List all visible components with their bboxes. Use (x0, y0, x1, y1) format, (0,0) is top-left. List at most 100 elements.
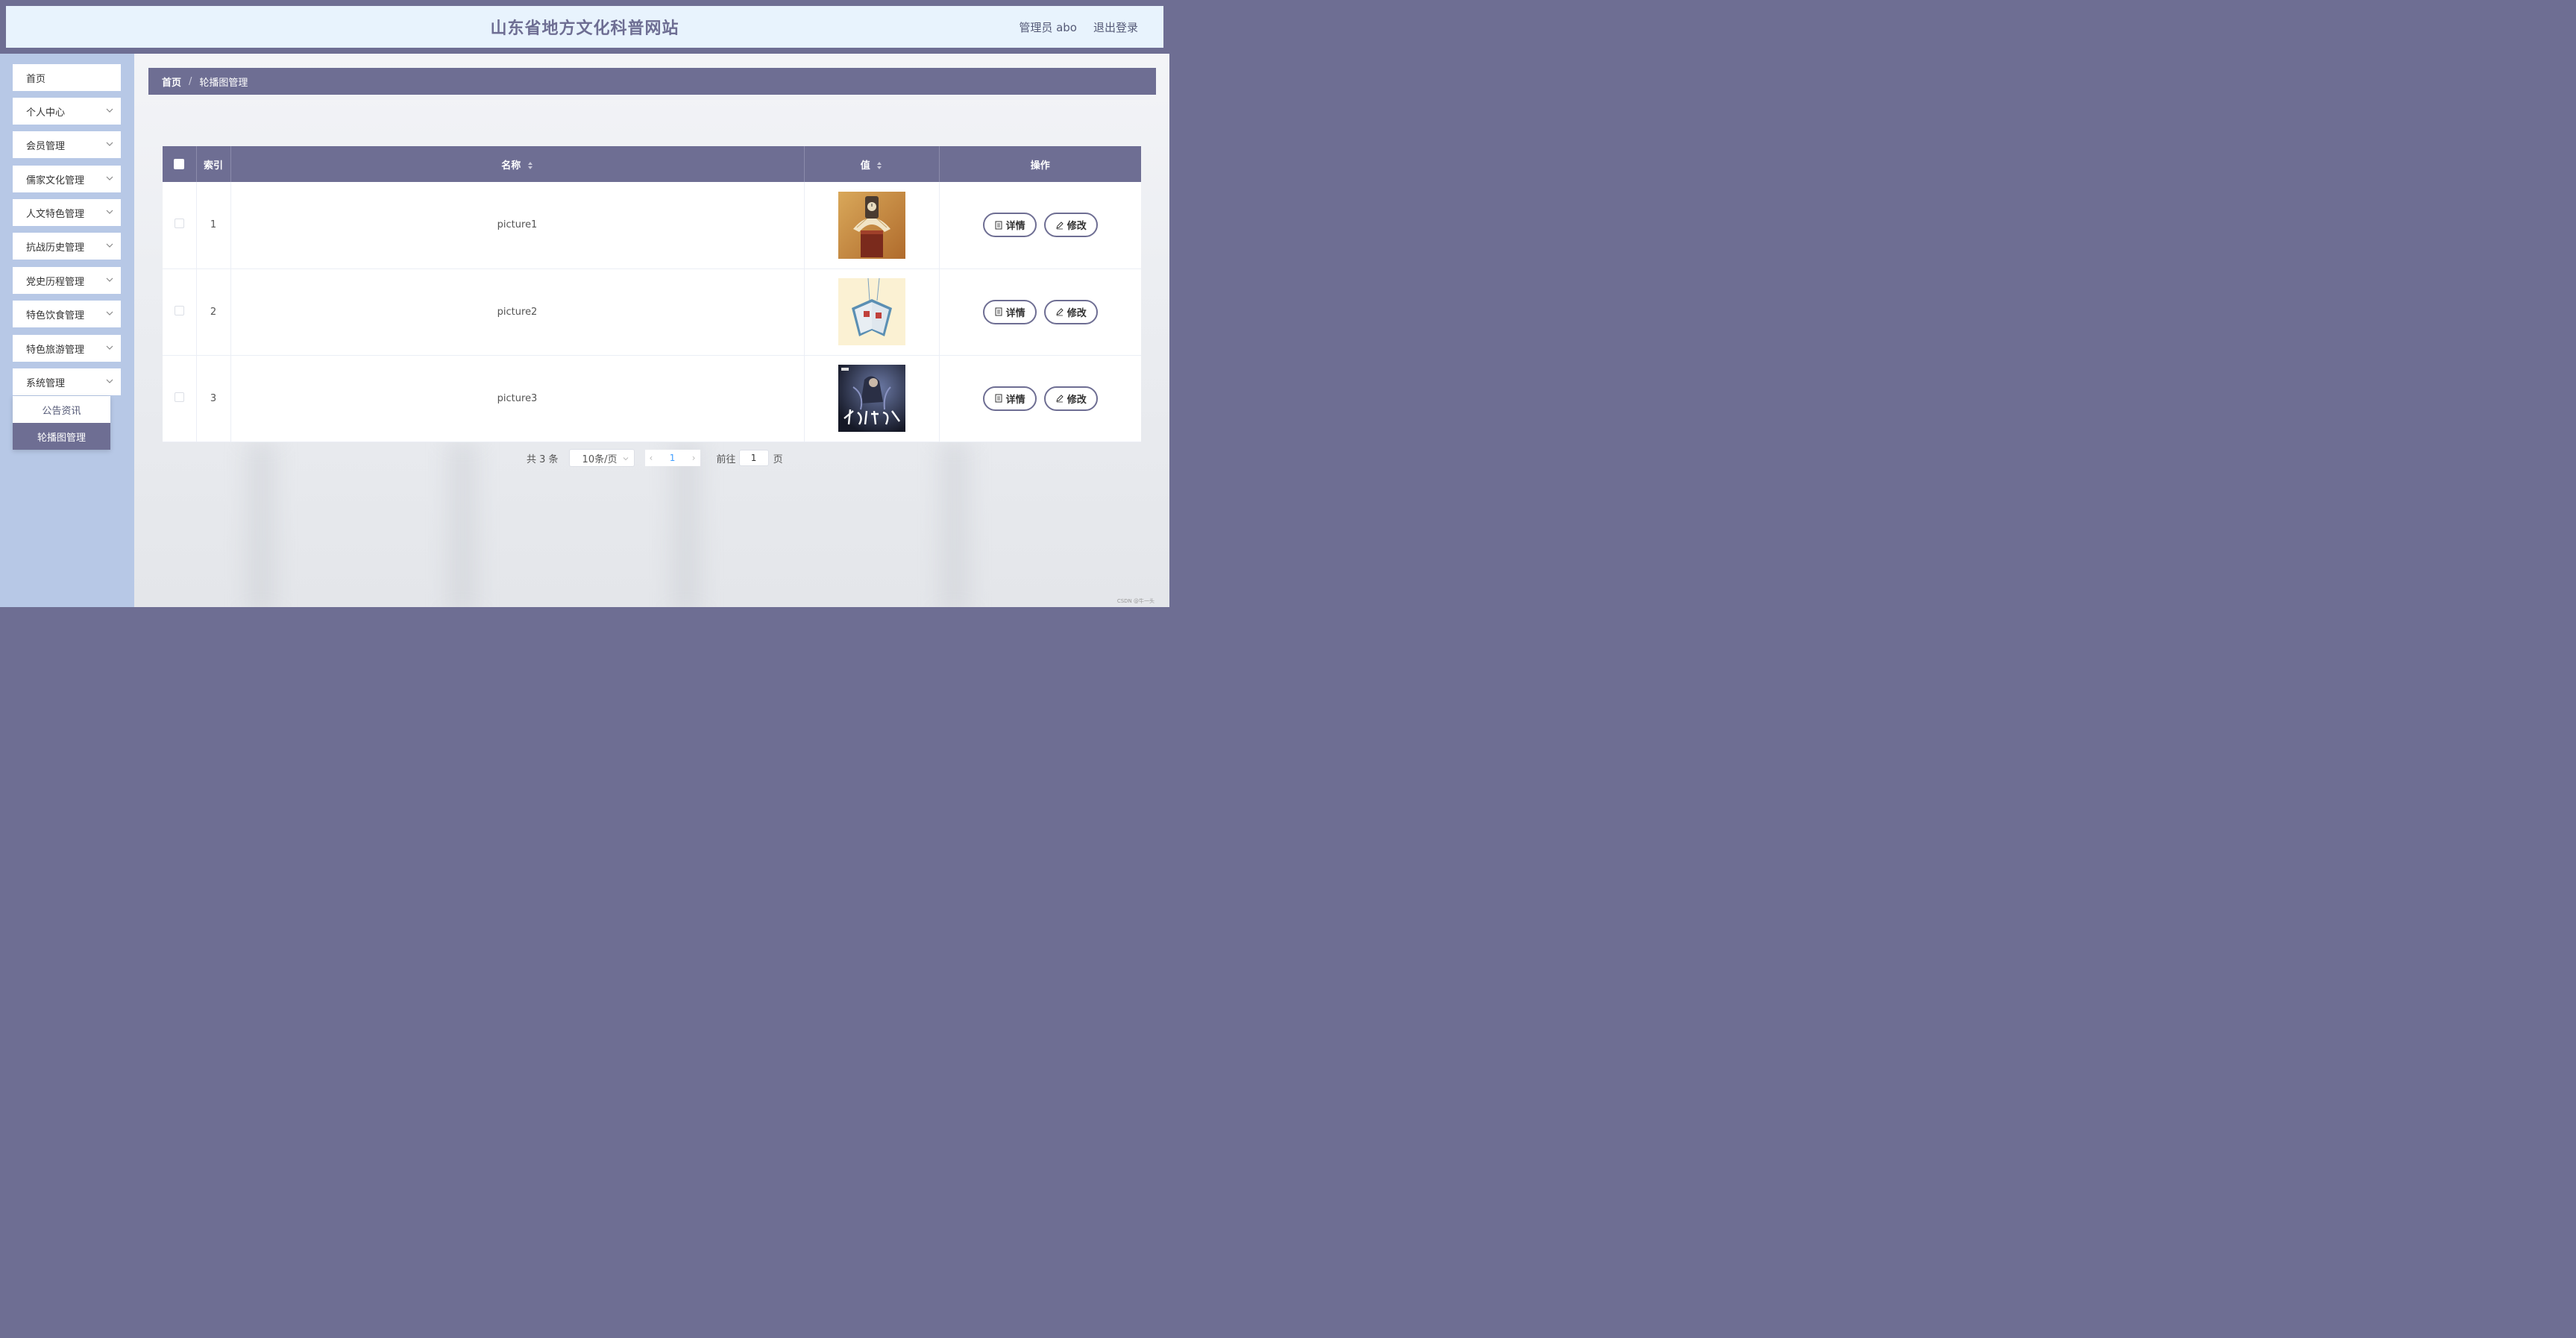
sidebar-item-system[interactable]: 系统管理 (13, 368, 121, 395)
background-blur (940, 442, 970, 607)
chevron-down-icon (106, 108, 113, 113)
site-title: 山东省地方文化科普网站 (490, 19, 679, 38)
sidebar-item-label: 特色旅游管理 (26, 344, 85, 356)
user-label: 管理员 abo (1019, 20, 1077, 34)
row-select-cell (163, 182, 197, 269)
edit-button-label: 修改 (1066, 394, 1087, 406)
background-blur (447, 442, 477, 607)
chevron-down-icon (106, 345, 113, 350)
edit-icon (1056, 222, 1064, 230)
sidebar-item-label: 会员管理 (26, 140, 66, 152)
goto-suffix: 页 (773, 453, 783, 465)
edit-button[interactable]: 修改 (1043, 299, 1098, 324)
breadcrumb-home[interactable]: 首页 (162, 75, 181, 89)
table-row: 3 picture3 详情 修改 (163, 355, 1141, 442)
sidebar-item-label: 系统管理 (26, 377, 66, 389)
row-checkbox[interactable] (174, 305, 184, 315)
pagination: 共 3 条 10条/页 ‹ 1 › 前往 1 页 (527, 449, 783, 467)
xianxia-cover-image[interactable] (838, 365, 905, 432)
sidebar-item-war-history[interactable]: 抗战历史管理 (13, 233, 121, 260)
top-header: 山东省地方文化科普网站 管理员 abo 退出登录 (6, 6, 1163, 48)
edit-icon (1056, 395, 1064, 403)
sidebar-item-label: 党史历程管理 (26, 276, 85, 288)
row-actions: 详情 修改 (939, 268, 1141, 356)
select-all-checkbox[interactable] (174, 159, 185, 169)
sidebar-item-personal-center[interactable]: 个人中心 (13, 98, 121, 125)
sidebar-item-label: 特色饮食管理 (26, 310, 85, 321)
submenu-item-carousel[interactable]: 轮播图管理 (13, 423, 110, 450)
detail-button[interactable]: 详情 (982, 299, 1037, 324)
detail-button[interactable]: 详情 (982, 213, 1037, 238)
sidebar-item-food[interactable]: 特色饮食管理 (13, 301, 121, 327)
row-index: 1 (196, 182, 231, 269)
submenu-item-announcements[interactable]: 公告资讯 (13, 396, 110, 423)
row-index: 3 (196, 355, 231, 442)
sidebar: 首页 个人中心 会员管理 儒家文化管理 人文特色管理 抗战历史管理 党史历程管理… (0, 54, 134, 607)
sidebar-item-label: 个人中心 (26, 107, 66, 119)
edit-icon (1056, 308, 1064, 316)
detail-button-label: 详情 (1005, 307, 1025, 319)
pagination-total: 共 3 条 (527, 453, 559, 465)
row-value-cell (804, 268, 940, 356)
logout-button[interactable]: 退出登录 (1093, 19, 1138, 35)
document-icon (995, 394, 1002, 403)
row-name: picture2 (230, 268, 805, 356)
book-clock-image[interactable] (838, 191, 905, 259)
carousel-table: 索引 名称 值 操作 1 picture1 详情 修改 2 picture2 详… (163, 146, 1141, 442)
sidebar-item-label: 儒家文化管理 (26, 175, 85, 186)
sidebar-item-party-history[interactable]: 党史历程管理 (13, 267, 121, 294)
row-name: picture3 (230, 355, 805, 442)
sidebar-item-confucian-culture[interactable]: 儒家文化管理 (13, 166, 121, 192)
goto-page-input[interactable]: 1 (738, 450, 769, 466)
document-icon (995, 221, 1002, 230)
pager: ‹ 1 › (644, 450, 700, 466)
breadcrumb: 首页 / 轮播图管理 (148, 68, 1156, 95)
chevron-down-icon (106, 379, 113, 383)
page-size-select[interactable]: 10条/页 (568, 449, 635, 467)
edit-button-label: 修改 (1066, 221, 1087, 233)
row-name: picture1 (230, 182, 805, 269)
row-select-cell (163, 268, 197, 356)
chevron-down-icon (106, 176, 113, 180)
goto-label: 前往 (716, 453, 736, 465)
prev-page-button[interactable]: ‹ (650, 453, 653, 463)
table-row: 2 picture2 详情 修改 (163, 268, 1141, 356)
sidebar-item-label: 抗战历史管理 (26, 242, 85, 254)
header-value-label: 值 (860, 160, 870, 172)
header-name[interactable]: 名称 (230, 146, 805, 182)
edit-button[interactable]: 修改 (1043, 386, 1098, 411)
sidebar-item-tourism[interactable]: 特色旅游管理 (13, 335, 121, 362)
row-checkbox[interactable] (174, 392, 184, 402)
row-value-cell (804, 182, 940, 269)
sidebar-item-home[interactable]: 首页 (13, 64, 121, 91)
sidebar-item-label: 首页 (26, 73, 46, 85)
row-value-cell (804, 355, 940, 442)
next-page-button[interactable]: › (692, 453, 696, 463)
row-checkbox[interactable] (174, 219, 184, 229)
sort-icon[interactable] (876, 161, 882, 170)
row-index: 2 (196, 268, 231, 356)
header-actions: 管理员 abo 退出登录 (1019, 6, 1138, 48)
chevron-down-icon (106, 142, 113, 146)
header-value[interactable]: 值 (804, 146, 940, 182)
header-select-all (163, 146, 197, 182)
sidebar-item-member-management[interactable]: 会员管理 (13, 131, 121, 158)
chevron-down-icon (106, 243, 113, 248)
detail-button[interactable]: 详情 (982, 386, 1037, 411)
document-icon (995, 307, 1002, 316)
breadcrumb-current: 轮播图管理 (199, 77, 248, 89)
row-actions: 详情 修改 (939, 182, 1141, 269)
breadcrumb-separator: / (189, 75, 192, 87)
open-book-image[interactable] (838, 278, 905, 345)
sidebar-item-label: 人文特色管理 (26, 208, 85, 220)
chevron-down-icon (106, 210, 113, 214)
header-actions: 操作 (1030, 160, 1050, 172)
edit-button-label: 修改 (1066, 307, 1087, 319)
edit-button[interactable]: 修改 (1043, 213, 1098, 238)
sort-icon[interactable] (527, 161, 533, 170)
page-number-current[interactable]: 1 (670, 453, 676, 463)
sidebar-item-humanities[interactable]: 人文特色管理 (13, 199, 121, 226)
background-blur (246, 442, 276, 607)
row-select-cell (163, 355, 197, 442)
row-actions: 详情 修改 (939, 355, 1141, 442)
